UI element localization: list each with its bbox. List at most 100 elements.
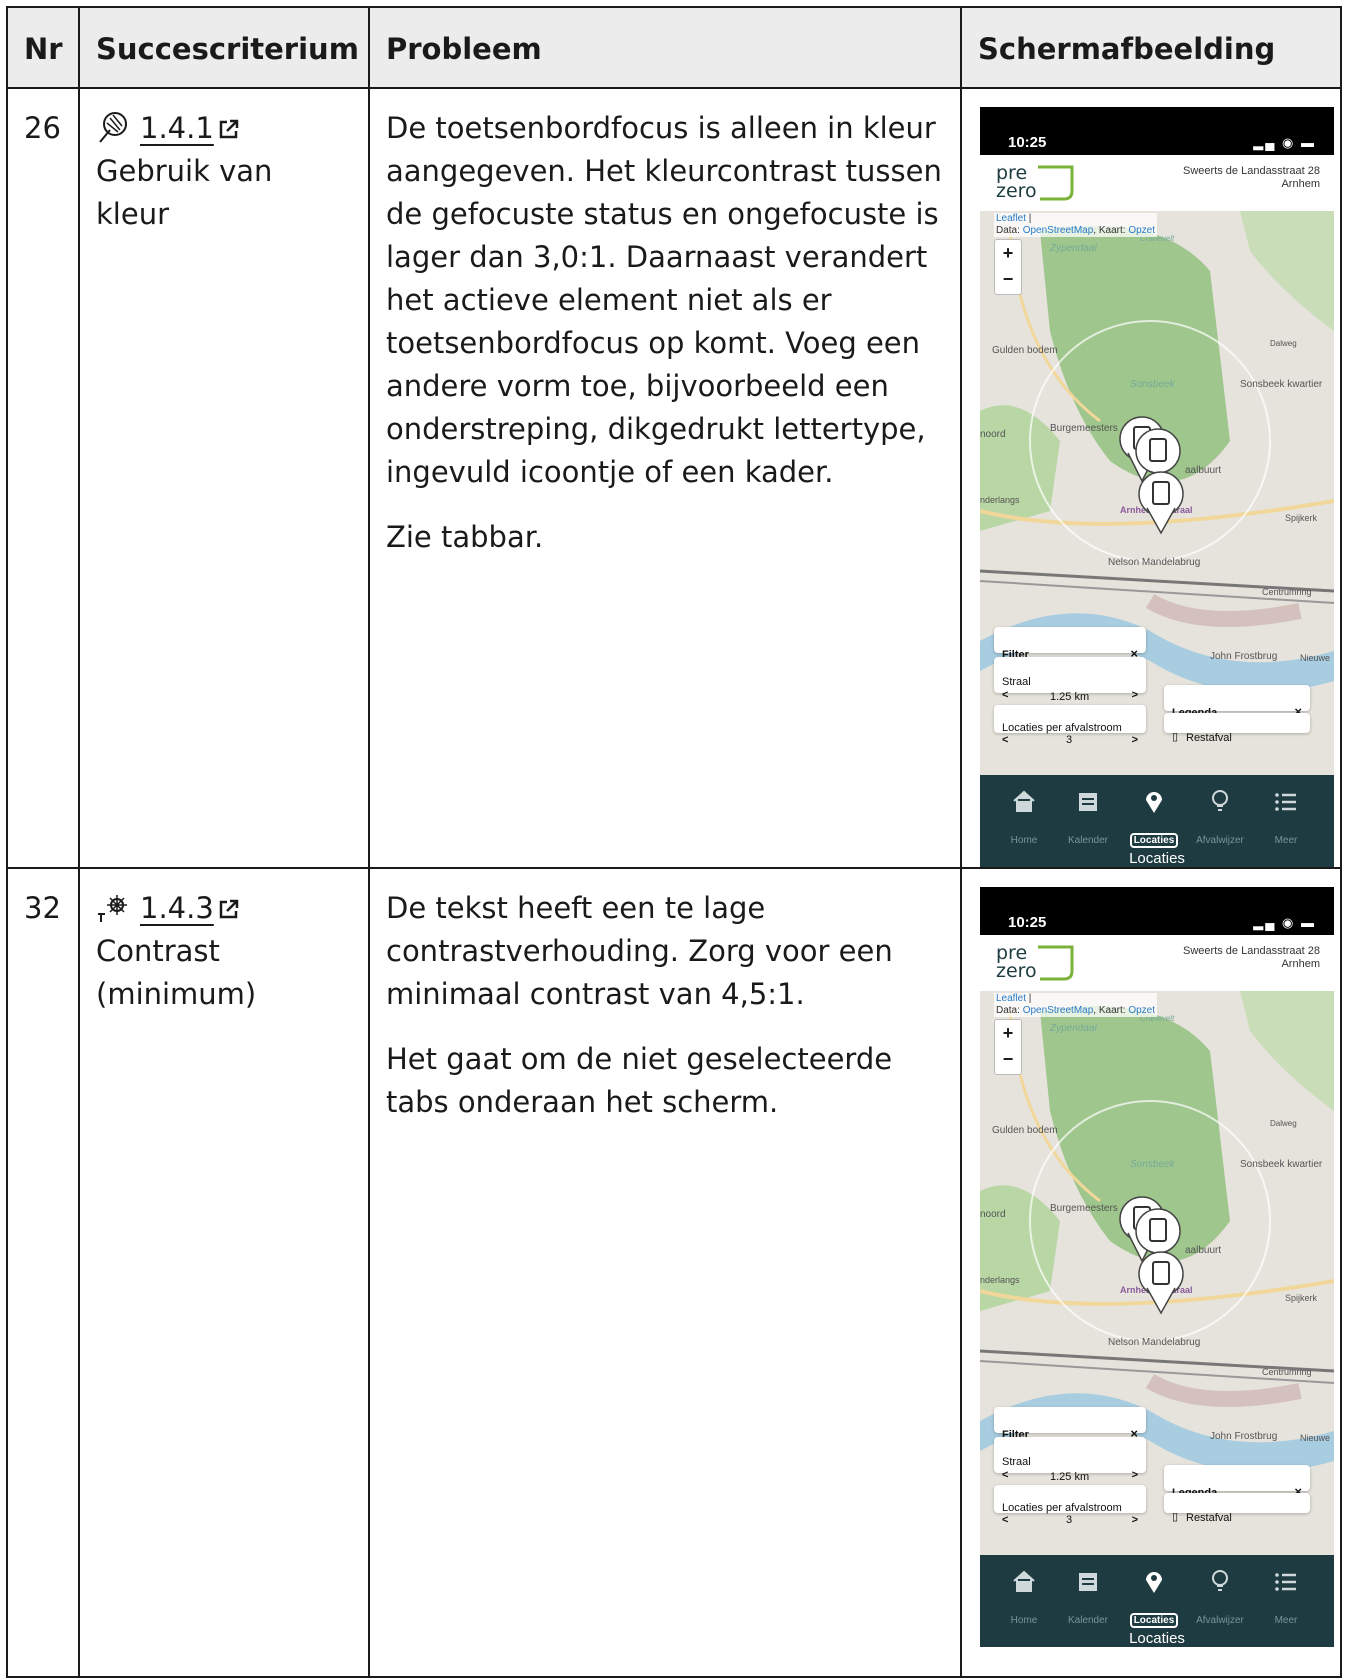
address-line1: Sweerts de Landasstraat 28 <box>1183 165 1320 177</box>
logo-bottom: zero <box>996 180 1037 202</box>
map-label: Spijkerk <box>1285 1293 1318 1303</box>
map-label: noord <box>980 429 1006 440</box>
map-label: Zypendaal <box>1049 243 1097 254</box>
screenshot-cell: 10:25 ▂▄ ◉ ▬ pre zero Sweerts de Landass… <box>960 87 1342 869</box>
voiceover-caption: Locaties <box>1129 1630 1185 1647</box>
address-line2: Arnhem <box>1281 958 1320 970</box>
header-criterion: Succescriterium <box>78 6 370 89</box>
attrib-data: Data: <box>996 225 1020 236</box>
prezero-logo: pre zero <box>996 162 1074 202</box>
attrib-data: Data: <box>996 1005 1020 1016</box>
zoom-in-button[interactable]: + <box>995 240 1021 266</box>
problem-note: Het gaat om de niet geselecteerde tabs o… <box>386 1042 893 1119</box>
map-label: noord <box>980 1209 1006 1220</box>
status-bar: 10:25 ▂▄ ◉ ▬ <box>980 887 1334 935</box>
filter-panel-header: Filter × <box>994 627 1146 661</box>
status-bar: 10:25 ▂▄ ◉ ▬ <box>980 107 1334 155</box>
zoom-out-button[interactable]: − <box>995 266 1021 292</box>
legenda-panel-header: Legenda × <box>1164 1465 1310 1499</box>
straal-control: Straal < 1.25 km > <box>994 1437 1146 1483</box>
table-row: 26 1.4.1 Gebruik van kleur De toetsenbor… <box>6 87 1342 869</box>
header-screenshot: Schermafbeelding <box>960 6 1342 89</box>
app-header: pre zero Sweerts de Landasstraat 28 Arnh… <box>980 935 1334 991</box>
criterion-name: Gebruik van kleur <box>96 154 273 231</box>
app-header: pre zero Sweerts de Landasstraat 28 Arnh… <box>980 155 1334 211</box>
criterion-cell: 1.4.3 Contrast (minimum) <box>78 867 370 1678</box>
map-label: Nieuwe <box>1300 1433 1330 1443</box>
criterion-code: 1.4.1 <box>140 111 214 145</box>
locs-label: Locaties per afvalstroom <box>1002 1502 1122 1514</box>
locs-prev-button[interactable]: < <box>1002 1499 1008 1542</box>
list-icon <box>1275 1573 1296 1591</box>
map-label: Sonsbeek kwartier <box>1240 1159 1323 1170</box>
leaflet-link[interactable]: Leaflet <box>996 213 1026 224</box>
map-attribution: Leaflet | Data: OpenStreetMap, Kaart: Op… <box>994 993 1158 1017</box>
map-label: Nelson Mandelabrug <box>1108 557 1200 568</box>
contrast-icon <box>98 895 127 922</box>
location-pin-icon <box>1146 1572 1162 1593</box>
calendar-icon <box>1079 1573 1097 1591</box>
external-link-icon <box>219 119 239 139</box>
locs-value: 3 <box>1066 1514 1073 1526</box>
problem-text: De toetsenbordfocus is alleen in kleur a… <box>386 111 942 489</box>
locs-next-button[interactable]: > <box>1132 1499 1138 1542</box>
bin-marker-icon <box>1135 1208 1181 1254</box>
row-number: 26 <box>6 87 80 869</box>
voiceover-caption: Locaties <box>1129 850 1185 867</box>
map-label: Zypendaal <box>1049 1023 1097 1034</box>
map-label: Gulden bodem <box>992 345 1058 356</box>
attrib-kaart: , Kaart: <box>1093 225 1126 236</box>
map-label: John Frostbrug <box>1210 651 1277 662</box>
location-pin-icon <box>1146 792 1162 813</box>
locs-next-button[interactable]: > <box>1132 719 1138 762</box>
criterion-link[interactable]: 1.4.1 <box>140 111 240 145</box>
color-palette-icon <box>99 112 127 143</box>
map-label: Nieuwe <box>1300 653 1330 663</box>
zoom-in-button[interactable]: + <box>995 1020 1021 1046</box>
restafval-label: Restafval <box>1186 1512 1232 1524</box>
map-label: Sonsbeek kwartier <box>1240 379 1323 390</box>
map-label: Burgemeesters <box>1050 423 1118 434</box>
legenda-item: ▯ Restafval <box>1164 713 1310 744</box>
locaties-control: Locaties per afvalstroom < 3 > <box>994 705 1146 746</box>
logo-bottom: zero <box>996 960 1037 982</box>
straal-control: Straal < 1.25 km > <box>994 657 1146 703</box>
map-label: Dalweg <box>1270 339 1297 348</box>
osm-link[interactable]: OpenStreetMap <box>1023 1005 1094 1016</box>
map-label: Centrumring <box>1262 1367 1312 1377</box>
opzet-link[interactable]: Opzet <box>1128 225 1155 236</box>
screenshot-cell: 10:25 ▂▄ ◉ ▬ pre zero Sweerts de Landass… <box>960 867 1342 1678</box>
locs-value: 3 <box>1066 734 1073 746</box>
criterion-name: Contrast (minimum) <box>96 934 257 1011</box>
zoom-control: + − <box>994 1019 1022 1075</box>
problem-cell: De tekst heeft een te lage contrastverho… <box>368 867 962 1678</box>
map-label: Centrumring <box>1262 587 1312 597</box>
row-number: 32 <box>6 867 80 1678</box>
criterion-link[interactable]: 1.4.3 <box>140 891 240 925</box>
address-line2: Arnhem <box>1281 178 1320 190</box>
problem-note: Zie tabbar. <box>386 520 544 554</box>
opzet-link[interactable]: Opzet <box>1128 1005 1155 1016</box>
map-label: aalbuurt <box>1185 1245 1221 1256</box>
map-label: Nelson Mandelabrug <box>1108 1337 1200 1348</box>
leaflet-link[interactable]: Leaflet <box>996 993 1026 1004</box>
header-problem: Probleem <box>368 6 962 89</box>
restafval-label: Restafval <box>1186 732 1232 744</box>
criterion-code: 1.4.3 <box>140 891 214 925</box>
map-label: Sonsbeek <box>1130 1159 1175 1170</box>
locs-label: Locaties per afvalstroom <box>1002 722 1122 734</box>
bin-icon: ▯ <box>1172 731 1179 743</box>
map-label: Gulden bodem <box>992 1125 1058 1136</box>
header-row: Nr Succescriterium Probleem Schermafbeel… <box>6 6 1342 89</box>
map-label: nderlangs <box>980 495 1020 505</box>
map-label: Sonsbeek <box>1130 379 1175 390</box>
locs-prev-button[interactable]: < <box>1002 719 1008 762</box>
osm-link[interactable]: OpenStreetMap <box>1023 225 1094 236</box>
filter-panel-header: Filter × <box>994 1407 1146 1441</box>
zoom-out-button[interactable]: − <box>995 1046 1021 1072</box>
phone-screenshot: 10:25 ▂▄ ◉ ▬ pre zero Sweerts de Landass… <box>980 107 1334 867</box>
prezero-logo: pre zero <box>996 942 1074 982</box>
legenda-panel-header: Legenda × <box>1164 685 1310 719</box>
map-label: nderlangs <box>980 1275 1020 1285</box>
problem-text: De tekst heeft een te lage contrastverho… <box>386 891 893 1011</box>
